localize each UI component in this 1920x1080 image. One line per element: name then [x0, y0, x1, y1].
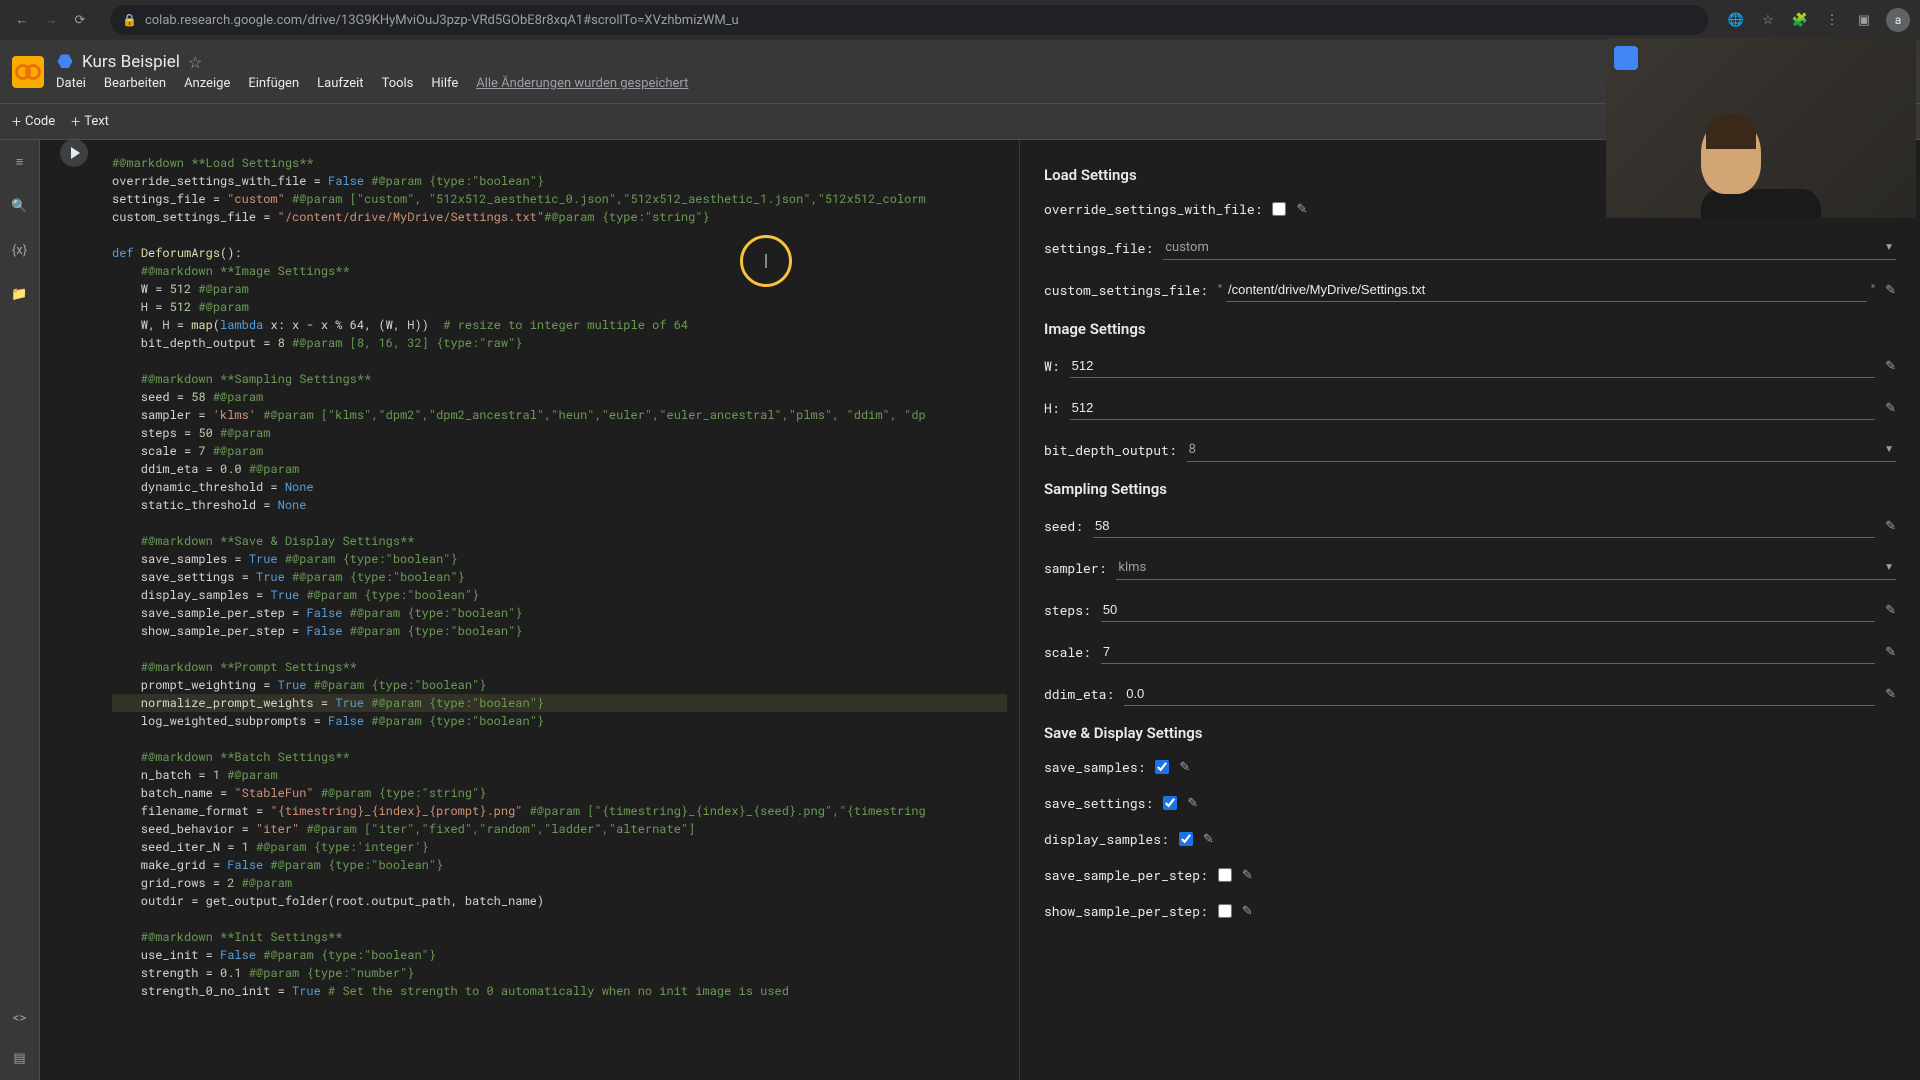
scale-label: scale: — [1044, 643, 1091, 661]
h-input[interactable] — [1070, 396, 1875, 420]
settings-file-select[interactable]: custom▼ — [1163, 236, 1896, 260]
chevron-down-icon: ▼ — [1884, 242, 1894, 253]
add-code-button[interactable]: +Code — [12, 112, 55, 131]
colab-logo-icon[interactable] — [12, 56, 44, 88]
override-label: override_settings_with_file: — [1044, 200, 1262, 218]
save-settings-checkbox[interactable] — [1163, 796, 1177, 810]
edit-icon[interactable]: ✎ — [1242, 904, 1253, 919]
menu-bearbeiten[interactable]: Bearbeiten — [104, 76, 166, 91]
save-samples-checkbox[interactable] — [1155, 760, 1169, 774]
drive-icon — [56, 53, 74, 71]
custom-settings-label: custom_settings_file: — [1044, 281, 1208, 299]
edit-icon[interactable]: ✎ — [1885, 519, 1896, 534]
browser-chrome: ← → ⟳ 🔒 colab.research.google.com/drive/… — [0, 0, 1920, 40]
override-checkbox[interactable] — [1272, 202, 1286, 216]
w-input[interactable] — [1070, 354, 1875, 378]
save-per-step-label: save_sample_per_step: — [1044, 866, 1208, 884]
cell-gutter: [ ] — [40, 140, 100, 1080]
url-bar[interactable]: 🔒 colab.research.google.com/drive/13G9KH… — [110, 5, 1708, 35]
bit-depth-select[interactable]: 8▼ — [1187, 438, 1896, 462]
code-editor[interactable]: #@markdown **Load Settings** override_se… — [100, 140, 1020, 1080]
display-samples-checkbox[interactable] — [1179, 832, 1193, 846]
form-panel: Load Settings override_settings_with_fil… — [1020, 140, 1920, 1080]
edit-icon[interactable]: ✎ — [1179, 760, 1190, 775]
w-label: W: — [1044, 357, 1060, 375]
back-button[interactable]: ← — [10, 8, 34, 32]
edit-icon[interactable]: ✎ — [1885, 283, 1896, 298]
save-status[interactable]: Alle Änderungen wurden gespeichert — [476, 76, 688, 91]
toc-icon[interactable]: ≡ — [10, 152, 30, 172]
edit-icon[interactable]: ✎ — [1885, 645, 1896, 660]
ddim-eta-input[interactable] — [1124, 682, 1875, 706]
webcam-person — [1701, 119, 1821, 218]
chevron-down-icon: ▼ — [1884, 562, 1894, 573]
translate-icon[interactable]: 🌐 — [1726, 10, 1746, 30]
panel-icon[interactable]: ▣ — [1854, 10, 1874, 30]
profile-avatar[interactable]: a — [1886, 8, 1910, 32]
menu-einfuegen[interactable]: Einfügen — [248, 76, 299, 91]
save-samples-label: save_samples: — [1044, 758, 1145, 776]
edit-icon[interactable]: ✎ — [1885, 401, 1896, 416]
webcam-overlay — [1606, 38, 1916, 218]
files-icon[interactable]: 📁 — [10, 284, 30, 304]
menu-laufzeit[interactable]: Laufzeit — [317, 76, 363, 91]
seed-input[interactable] — [1093, 514, 1875, 538]
edit-icon[interactable]: ✎ — [1885, 603, 1896, 618]
menu-tools[interactable]: Tools — [382, 76, 414, 91]
terminal-icon[interactable]: ▤ — [10, 1048, 30, 1068]
notebook-content: [ ] #@markdown **Load Settings** overrid… — [40, 140, 1920, 1080]
display-samples-label: display_samples: — [1044, 830, 1169, 848]
menu-anzeige[interactable]: Anzeige — [184, 76, 230, 91]
edit-icon[interactable]: ✎ — [1296, 202, 1307, 217]
lock-icon: 🔒 — [122, 13, 137, 27]
sampler-label: sampler: — [1044, 559, 1106, 577]
webcam-app-logo-icon — [1614, 46, 1638, 70]
forward-button[interactable]: → — [39, 8, 63, 32]
menu-icon[interactable]: ⋮ — [1822, 10, 1842, 30]
run-cell-button[interactable] — [60, 140, 88, 167]
edit-icon[interactable]: ✎ — [1885, 687, 1896, 702]
steps-input[interactable] — [1101, 598, 1875, 622]
star-icon[interactable]: ☆ — [1758, 10, 1778, 30]
edit-icon[interactable]: ✎ — [1203, 832, 1214, 847]
save-per-step-checkbox[interactable] — [1218, 868, 1232, 882]
menu-datei[interactable]: Datei — [56, 76, 86, 91]
chevron-down-icon: ▼ — [1884, 444, 1894, 455]
add-text-button[interactable]: +Text — [71, 112, 109, 131]
edit-icon[interactable]: ✎ — [1242, 868, 1253, 883]
scale-input[interactable] — [1101, 640, 1875, 664]
sampler-select[interactable]: klms▼ — [1116, 556, 1896, 580]
show-per-step-checkbox[interactable] — [1218, 904, 1232, 918]
image-settings-title: Image Settings — [1044, 320, 1896, 338]
menu-hilfe[interactable]: Hilfe — [431, 76, 458, 91]
bit-depth-label: bit_depth_output: — [1044, 441, 1177, 459]
edit-icon[interactable]: ✎ — [1187, 796, 1198, 811]
show-per-step-label: show_sample_per_step: — [1044, 902, 1208, 920]
ddim-eta-label: ddim_eta: — [1044, 685, 1114, 703]
h-label: H: — [1044, 399, 1060, 417]
custom-settings-input[interactable] — [1226, 278, 1867, 302]
notebook-title[interactable]: Kurs Beispiel — [82, 52, 180, 72]
left-sidebar: ≡ 🔍 {x} 📁 <> ▤ — [0, 140, 40, 1080]
extensions-icon[interactable]: 🧩 — [1790, 10, 1810, 30]
settings-file-label: settings_file: — [1044, 239, 1153, 257]
steps-label: steps: — [1044, 601, 1091, 619]
variables-icon[interactable]: {x} — [10, 240, 30, 260]
url-text: colab.research.google.com/drive/13G9KHyM… — [145, 13, 739, 28]
sampling-settings-title: Sampling Settings — [1044, 480, 1896, 498]
save-display-title: Save & Display Settings — [1044, 724, 1896, 742]
code-snippets-icon[interactable]: <> — [10, 1008, 30, 1028]
seed-label: seed: — [1044, 517, 1083, 535]
reload-button[interactable]: ⟳ — [68, 8, 92, 32]
save-settings-label: save_settings: — [1044, 794, 1153, 812]
edit-icon[interactable]: ✎ — [1885, 359, 1896, 374]
star-toggle-icon[interactable]: ☆ — [188, 53, 202, 72]
search-icon[interactable]: 🔍 — [10, 196, 30, 216]
